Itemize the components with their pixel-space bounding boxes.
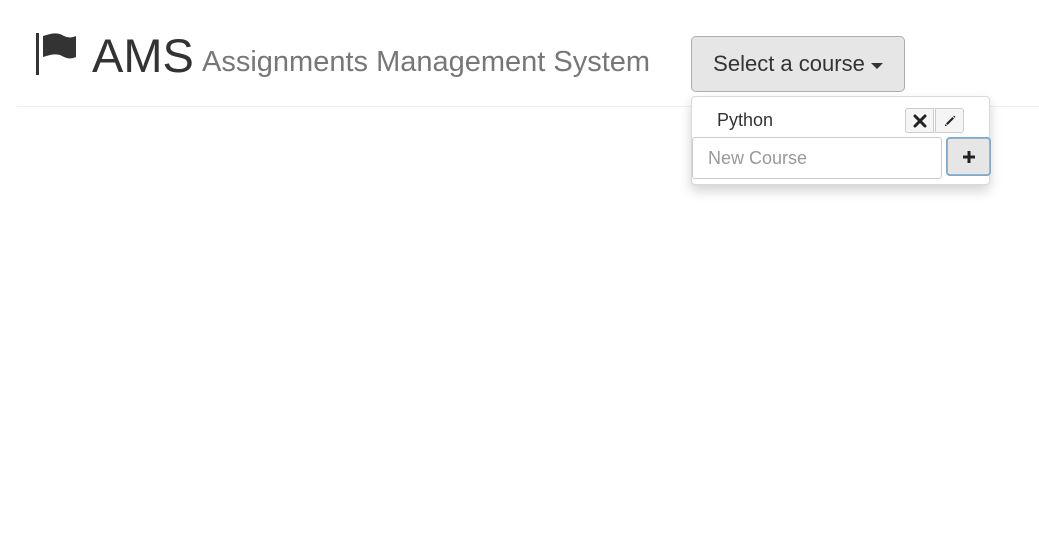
caret-down-icon [870,62,883,69]
pencil-icon [944,115,955,126]
app-subtitle: Assignments Management System [202,46,651,78]
new-course-input[interactable] [692,137,942,179]
delete-course-button[interactable] [905,108,934,133]
course-dropdown-menu: Python [691,96,990,185]
select-course-label: Select a course [713,51,865,76]
plus-icon [962,150,975,163]
app-title: AMS [92,29,194,82]
course-name-python[interactable]: Python [717,109,773,131]
page: AMS Assignments Management System Select… [0,0,1039,540]
select-course-button[interactable]: Select a course [691,36,905,92]
course-list-item: Python [692,105,989,135]
add-course-button[interactable] [947,138,990,175]
flag-icon [36,33,76,75]
close-icon [913,114,926,127]
edit-course-button[interactable] [935,108,964,133]
